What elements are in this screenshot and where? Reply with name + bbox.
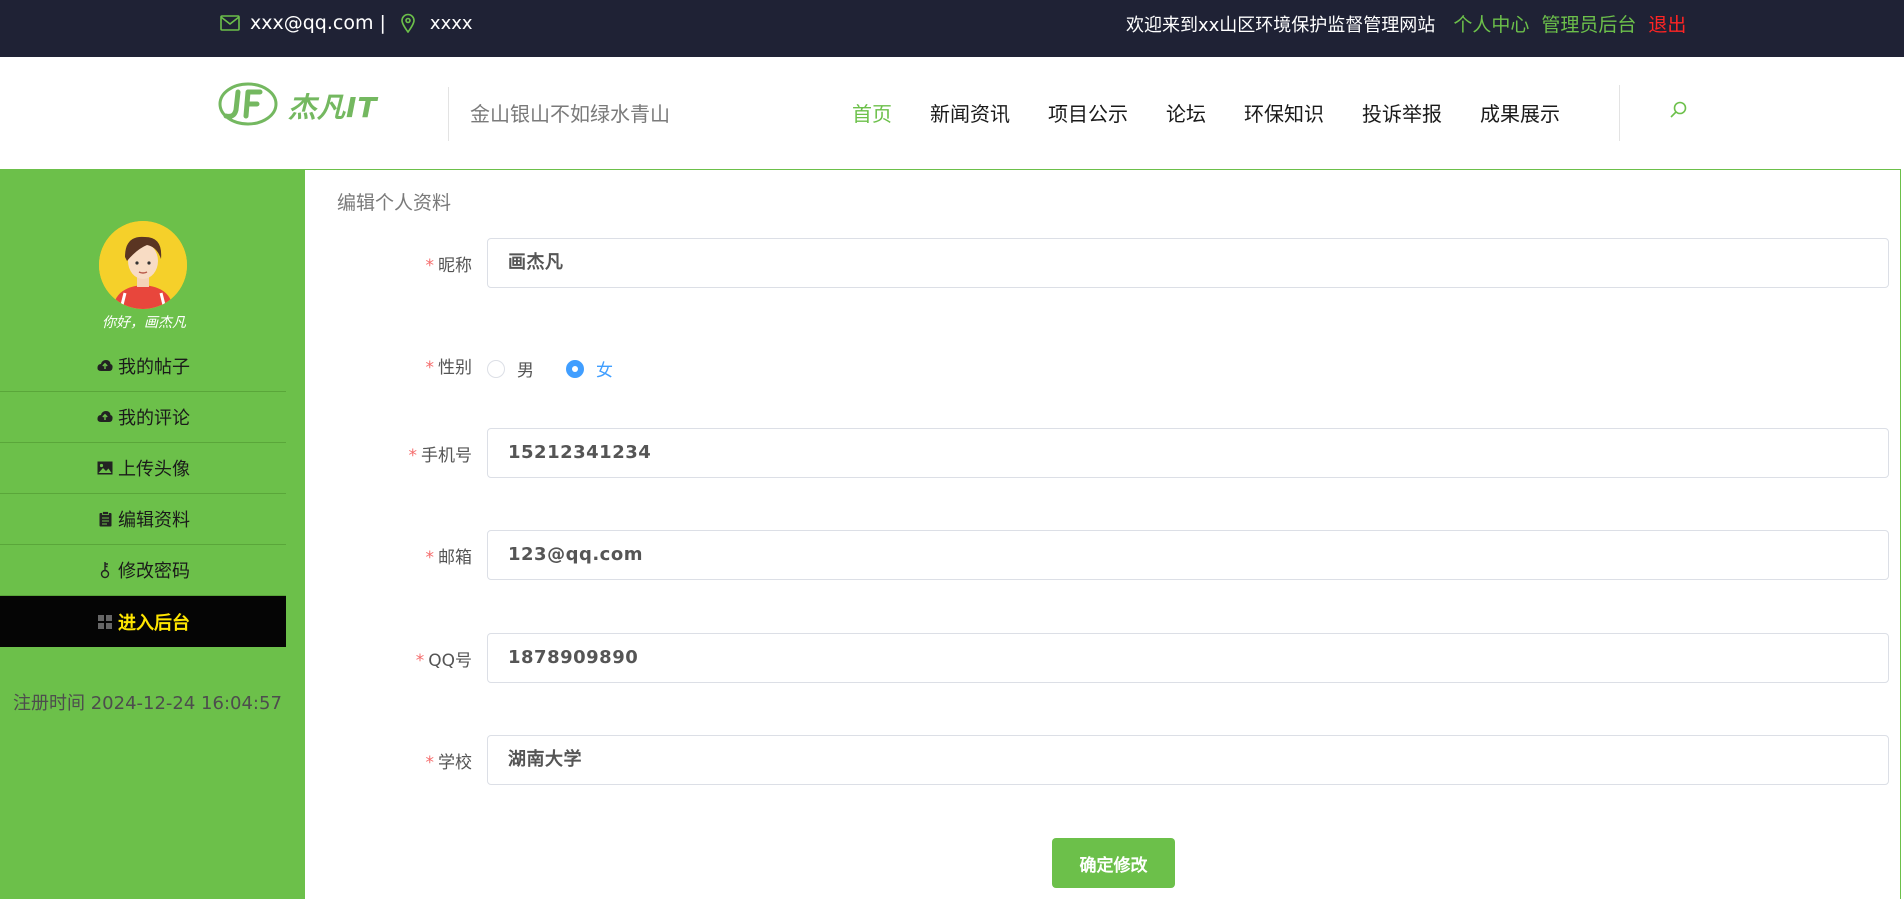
nav-item-achievements[interactable]: 成果展示 [1480,98,1560,127]
search-icon[interactable] [1668,99,1690,121]
menu-item-label: 我的评论 [118,408,190,429]
edit-profile-panel: 编辑个人资料 * 昵称 画杰凡 * 性别 男 女 * 手机号 15212341234 … [304,169,1901,899]
radio-circle[interactable] [566,359,584,378]
admin-backend-link[interactable]: 管理员后台 [1541,10,1636,37]
logout-link[interactable]: 退出 [1648,10,1686,37]
contact-info: xxx@qq.com | xxxx [220,12,473,34]
logo-mark-icon [218,80,278,132]
clipboard-icon [96,510,114,528]
menu-item-label: 进入后台 [118,612,190,634]
personal-center-link[interactable]: 个人中心 [1453,10,1529,37]
menu-item-label: 编辑资料 [118,510,190,531]
required-mark: * [425,256,435,276]
nav-item-complaints[interactable]: 投诉举报 [1362,98,1442,127]
form-row-school: * 学校 湖南大学 [305,735,1902,785]
required-mark: * [408,446,418,466]
contact-email: xxx@qq.com | [250,12,386,34]
page-title: 编辑个人资料 [337,192,452,214]
top-bar-right: 欢迎来到xx山区环境保护监督管理网站 个人中心 管理员后台 退出 [1126,10,1686,37]
location-pin-icon [400,13,416,33]
gender-label: * 性别 [425,358,473,378]
contact-address: xxxx [429,12,473,34]
cloud-upload-icon [96,408,114,426]
welcome-text: 欢迎来到xx山区环境保护监督管理网站 [1126,14,1436,36]
email-label: * 邮箱 [425,548,473,568]
required-mark: * [425,548,435,568]
header-divider [448,87,449,141]
email-input[interactable]: 123@qq.com [487,530,1889,580]
menu-item-edit-profile[interactable]: 编辑资料 [0,494,286,545]
school-label: * 学校 [425,753,473,773]
form-row-gender: * 性别 男 女 [305,340,1902,390]
menu-item-upload-avatar[interactable]: 上传头像 [0,443,286,494]
nav-item-knowledge[interactable]: 环保知识 [1244,98,1324,127]
image-icon [96,459,114,477]
user-sidebar: 你好，画杰凡 我的帖子 我的评论 上传头像 编辑资料 修改密码 进入后台 注册时… [0,169,304,899]
menu-item-label: 我的帖子 [118,357,190,378]
qq-input[interactable]: 1878909890 [487,633,1889,683]
radio-circle[interactable] [487,359,505,378]
main-nav: 首页 新闻资讯 项目公示 论坛 环保知识 投诉举报 成果展示 [852,98,1598,127]
slogan: 金山银山不如绿水青山 [470,102,670,126]
required-mark: * [425,358,435,378]
avatar [99,221,187,309]
form-row-nickname: * 昵称 画杰凡 [305,238,1902,288]
nav-item-news[interactable]: 新闻资讯 [930,98,1010,127]
school-input[interactable]: 湖南大学 [487,735,1889,785]
nickname-label: * 昵称 [425,256,473,276]
confirm-edit-button[interactable]: 确定修改 [1052,838,1175,888]
nav-item-home[interactable]: 首页 [852,98,892,127]
required-mark: * [425,753,435,773]
menu-item-label: 上传头像 [118,459,190,480]
phone-label: * 手机号 [408,446,473,466]
user-menu: 我的帖子 我的评论 上传头像 编辑资料 修改密码 进入后台 [0,341,286,647]
menu-item-my-comments[interactable]: 我的评论 [0,392,286,443]
register-time: 注册时间 2024-12-24 16:04:57 [13,693,282,714]
user-greeting: 你好，画杰凡 [102,315,186,331]
cloud-upload-icon [96,357,114,375]
site-header: 杰凡IT 金山银山不如绿水青山 首页 新闻资讯 项目公示 论坛 环保知识 投诉举… [0,57,1904,169]
gender-radio-female[interactable]: 女 [566,356,613,381]
required-mark: * [415,651,425,671]
nav-item-projects[interactable]: 项目公示 [1048,98,1128,127]
gender-radio-group: 男 女 [487,356,645,381]
menu-item-label: 修改密码 [118,561,190,582]
grid-icon [96,613,114,631]
mail-icon [220,15,240,31]
menu-item-enter-backend[interactable]: 进入后台 [0,596,286,647]
top-bar: xxx@qq.com | xxxx 欢迎来到xx山区环境保护监督管理网站 个人中… [0,0,1904,57]
gender-male-label: 男 [517,361,534,381]
qq-label: * QQ号 [415,651,472,671]
brand-name: 杰凡IT [288,91,378,124]
gender-female-label: 女 [596,361,613,381]
menu-item-my-posts[interactable]: 我的帖子 [0,341,286,392]
form-row-qq: * QQ号 1878909890 [305,633,1902,683]
menu-item-change-password[interactable]: 修改密码 [0,545,286,596]
site-logo[interactable]: 杰凡IT [218,80,378,132]
nickname-input[interactable]: 画杰凡 [487,238,1889,288]
header-divider-right [1619,85,1620,141]
nav-item-forum[interactable]: 论坛 [1166,98,1206,127]
phone-input[interactable]: 15212341234 [487,428,1889,478]
form-row-phone: * 手机号 15212341234 [305,428,1902,478]
key-icon [96,561,114,579]
form-row-email: * 邮箱 123@qq.com [305,530,1902,580]
gender-radio-male[interactable]: 男 [487,356,534,381]
